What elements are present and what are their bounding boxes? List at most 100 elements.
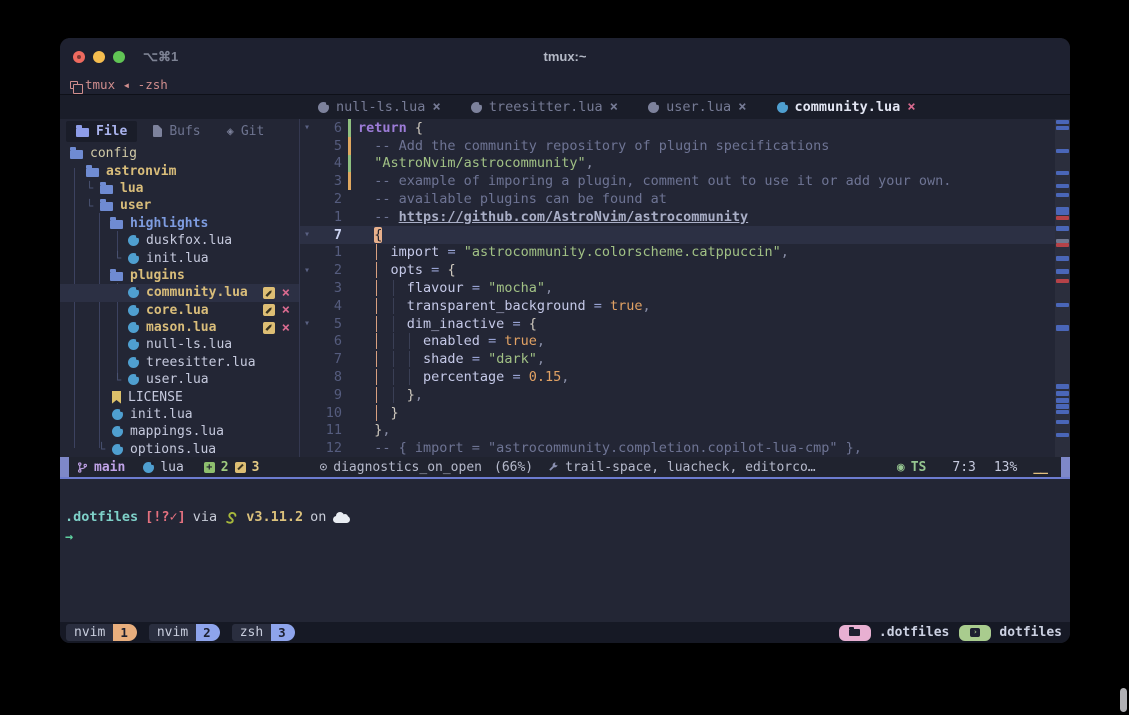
editor-tab-community.lua[interactable]: community.lua × (777, 99, 916, 115)
code-token (407, 120, 415, 136)
line-number: 9 (314, 387, 342, 403)
tree-item-label: duskfox.lua (146, 233, 232, 248)
tree-connector: └ (98, 442, 105, 456)
tree-item-mason.lua[interactable]: mason.lua× (60, 319, 299, 336)
tmux-window-index: 3 (271, 624, 295, 641)
lua-file-icon (128, 253, 139, 264)
folder-pill-icon (839, 625, 871, 641)
window-scrollbar-thumb[interactable] (1120, 688, 1127, 712)
tree-item-null-ls.lua[interactable]: null-ls.lua (60, 336, 299, 353)
explorer-tab-file[interactable]: File (66, 121, 137, 142)
tree-item-duskfox.lua[interactable]: duskfox.lua (60, 232, 299, 249)
linters-label: trail-space, luacheck, editorco… (565, 460, 815, 475)
titlebar[interactable]: ⌥⌘1 tmux:~ (60, 38, 1070, 75)
explorer-tab-label: Git (241, 124, 264, 139)
scrollbar-mark (1056, 404, 1069, 409)
line-number: 12 (314, 440, 342, 456)
code-token (480, 333, 488, 349)
tree-item-init.lua[interactable]: └init.lua (60, 249, 299, 266)
tree-connector: └ (114, 373, 121, 387)
unsaved-close-icon: × (282, 303, 290, 317)
code-token: -- example of imporing a plugin, comment… (374, 173, 951, 189)
tree-item-highlights[interactable]: highlights (60, 215, 299, 232)
tmux-window-nvim-2[interactable]: nvim2 (149, 624, 220, 641)
code-token (464, 351, 472, 367)
code-text: }, (351, 387, 1055, 403)
indent-guide (376, 369, 377, 385)
code-token: , (643, 298, 651, 314)
scrollbar-mark (1056, 184, 1069, 188)
code-token (358, 440, 374, 456)
code-token: -- (374, 209, 398, 225)
git-branch-label: main (94, 460, 125, 475)
file-tree[interactable]: configastronvim└lua└userhighlightsduskfo… (60, 143, 299, 457)
tree-item-label: init.lua (130, 407, 193, 422)
editor-tab-null-ls.lua[interactable]: null-ls.lua× (318, 99, 441, 115)
code-token: import (391, 244, 440, 260)
lua-file-icon (318, 102, 329, 113)
code-token (521, 369, 529, 385)
tree-item-community.lua[interactable]: community.lua× (60, 284, 299, 301)
tree-item-config[interactable]: config (60, 145, 299, 162)
code-token: = (472, 351, 480, 367)
editor-scrollbar[interactable] (1055, 119, 1070, 457)
code-line: 3 flavour = "mocha", (300, 279, 1055, 297)
code-token (480, 280, 488, 296)
tab-label: community.lua (795, 99, 901, 115)
scrollbar-mark (1056, 256, 1069, 261)
code-text: "AstroNvim/astrocommunity", (351, 155, 1055, 171)
tree-item-lua[interactable]: └lua (60, 180, 299, 197)
tree-item-mappings.lua[interactable]: mappings.lua (60, 423, 299, 440)
code-line: ▾2 opts = { (300, 261, 1055, 279)
tmux-status-label: .dotfiles (879, 625, 949, 640)
fold-chevron-icon: ▾ (300, 122, 314, 133)
code-text: -- example of imporing a plugin, comment… (351, 173, 1055, 189)
tree-item-LICENSE[interactable]: LICENSE (60, 388, 299, 405)
folder-icon (100, 185, 113, 194)
explorer-tab-label: Bufs (169, 124, 200, 139)
code-text: import = "astrocommunity.colorscheme.cat… (351, 244, 1055, 260)
fold-chevron-icon: ▾ (300, 229, 314, 240)
tree-item-user.lua[interactable]: └user.lua (60, 371, 299, 388)
code-text: enabled = true, (351, 333, 1055, 349)
tab-close-icon[interactable]: × (610, 99, 618, 115)
code-text: opts = { (351, 262, 1055, 278)
code-line: 4 transparent_background = true, (300, 297, 1055, 315)
tmux-window-zsh-3[interactable]: zsh3 (232, 624, 295, 641)
tree-item-plugins[interactable]: plugins (60, 267, 299, 284)
code-text: return { (351, 120, 1055, 136)
filetype-label: lua (160, 460, 183, 475)
tree-item-astronvim[interactable]: astronvim (60, 162, 299, 179)
tmux-status-label: dotfiles (999, 625, 1062, 640)
code-token: = (594, 298, 602, 314)
code-token: } (391, 405, 399, 421)
tmux-window-nvim-1[interactable]: nvim1 (66, 624, 137, 641)
terminal-pill-icon: › (959, 625, 991, 641)
explorer-tab-git[interactable]: ◈Git (217, 121, 275, 142)
code-token (480, 351, 488, 367)
lsp-progress: (66%) (494, 460, 533, 475)
tab-close-icon[interactable]: × (432, 99, 440, 115)
prompt-git-status: [!?✓] (145, 509, 186, 525)
fold-chevron-icon: ▾ (300, 318, 314, 329)
tree-item-treesitter.lua[interactable]: treesitter.lua (60, 354, 299, 371)
code-line: 10 } (300, 404, 1055, 422)
editor-tab-treesitter.lua[interactable]: treesitter.lua× (471, 99, 618, 115)
indent-guide (376, 298, 377, 314)
tree-connector: └ (114, 251, 121, 265)
code-token (586, 298, 594, 314)
editor-tab-user.lua[interactable]: user.lua× (648, 99, 746, 115)
tree-item-options.lua[interactable]: └ options.lua (60, 441, 299, 457)
code-token (358, 244, 391, 260)
tree-item-label: config (90, 146, 137, 161)
tree-item-label: options.lua (130, 442, 216, 457)
tab-close-icon[interactable]: × (738, 99, 746, 115)
tree-item-core.lua[interactable]: core.lua× (60, 302, 299, 319)
tree-item-init.lua[interactable]: init.lua (60, 406, 299, 423)
code-editor[interactable]: ▾6return {5 -- Add the community reposit… (300, 119, 1055, 457)
tab-close-icon[interactable]: × (907, 99, 915, 115)
explorer-tab-bufs[interactable]: Bufs (143, 121, 210, 142)
code-token (602, 298, 610, 314)
shell-pane[interactable]: .dotfiles [!?✓] via v3.11.2 on → (60, 479, 1070, 622)
tree-item-user[interactable]: └user (60, 197, 299, 214)
